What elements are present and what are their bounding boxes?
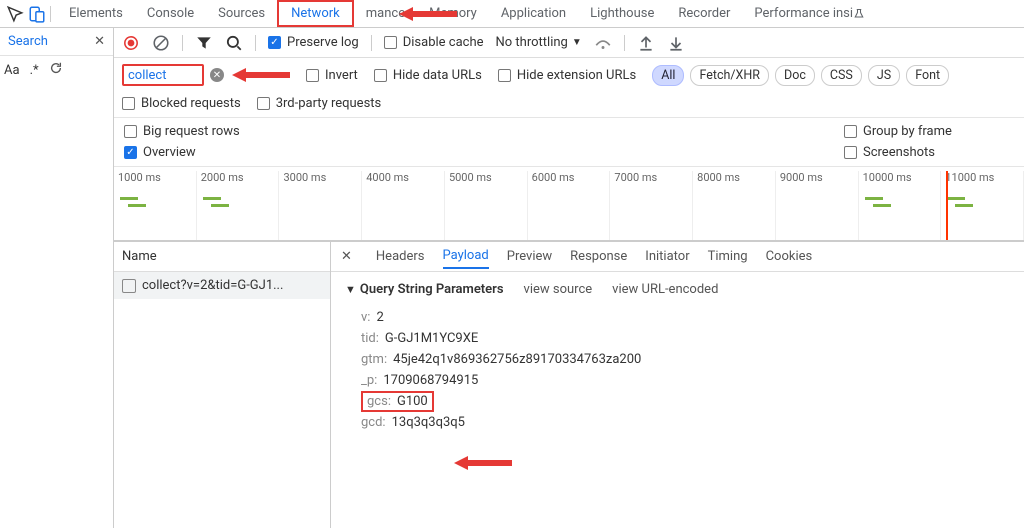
overview-timeline[interactable]: 1000 ms2000 ms3000 ms4000 ms5000 ms6000 … (114, 167, 1024, 241)
inspect-icon[interactable] (6, 5, 24, 23)
preserve-log-checkbox[interactable]: ✓Preserve log (268, 35, 359, 50)
filter-bar: ✕ Invert Hide data URLs Hide extension U… (114, 58, 1024, 118)
filter-input[interactable] (128, 68, 198, 83)
device-icon[interactable] (28, 5, 46, 23)
tab-elements[interactable]: Elements (57, 0, 135, 27)
timeline-tick: 7000 ms (610, 171, 693, 240)
tab-network[interactable]: Network (277, 0, 354, 27)
third-party-checkbox[interactable]: 3rd-party requests (257, 96, 382, 111)
name-column-header[interactable]: Name (114, 242, 330, 272)
timeline-tick: 9000 ms (776, 171, 859, 240)
tab-recorder[interactable]: Recorder (666, 0, 742, 27)
regex-icon[interactable]: .* (30, 63, 39, 78)
close-detail-icon[interactable]: ✕ (341, 249, 352, 264)
filter-icon[interactable] (195, 34, 213, 52)
search-icon[interactable] (225, 34, 243, 52)
overview-checkbox[interactable]: ✓Overview (124, 145, 844, 160)
detail-tab-timing[interactable]: Timing (708, 249, 748, 264)
screenshots-checkbox[interactable]: Screenshots (844, 145, 1014, 160)
detail-tab-payload[interactable]: Payload (443, 248, 489, 269)
timeline-tick: 2000 ms (197, 171, 280, 240)
clear-icon[interactable] (152, 34, 170, 52)
annotation-arrow (399, 6, 457, 22)
blocked-requests-checkbox[interactable]: Blocked requests (122, 96, 241, 111)
timeline-tick: 11000 ms (941, 171, 1024, 240)
refresh-icon[interactable] (49, 61, 63, 79)
detail-tab-cookies[interactable]: Cookies (766, 249, 813, 264)
devtools-topbar: ElementsConsoleSourcesNetworkmanceMemory… (0, 0, 1024, 28)
big-rows-checkbox[interactable]: Big request rows (124, 124, 844, 139)
network-conditions-icon[interactable] (594, 34, 612, 52)
annotation-arrow (232, 67, 290, 83)
search-sidebar: Search ✕ Aa .* (0, 28, 114, 528)
section-title[interactable]: ▼Query String Parameters (345, 282, 504, 297)
detail-tab-initiator[interactable]: Initiator (645, 249, 689, 264)
query-param: gcs:G100 (361, 391, 434, 412)
query-param: tid:G-GJ1M1YC9XE (361, 328, 994, 349)
type-pill-fetch-xhr[interactable]: Fetch/XHR (690, 65, 769, 86)
disable-cache-checkbox[interactable]: Disable cache (384, 35, 484, 50)
network-toolbar: ✓Preserve log Disable cache No throttlin… (114, 28, 1024, 58)
timeline-tick: 1000 ms (114, 171, 197, 240)
group-by-frame-checkbox[interactable]: Group by frame (844, 124, 1014, 139)
tab-performance-insi[interactable]: Performance insi (742, 0, 877, 27)
tab-application[interactable]: Application (489, 0, 578, 27)
type-pill-js[interactable]: JS (868, 65, 900, 86)
type-pill-all[interactable]: All (652, 65, 684, 86)
type-pill-font[interactable]: Font (906, 65, 949, 86)
timeline-tick: 3000 ms (279, 171, 362, 240)
detail-tab-headers[interactable]: Headers (376, 249, 425, 264)
search-title: Search (8, 34, 48, 49)
view-url-encoded-link[interactable]: view URL-encoded (612, 282, 718, 297)
throttling-select[interactable]: No throttling▼ (496, 35, 582, 50)
view-source-link[interactable]: view source (524, 282, 593, 297)
hide-extension-urls-checkbox[interactable]: Hide extension URLs (498, 68, 636, 83)
timeline-tick: 8000 ms (693, 171, 776, 240)
record-icon[interactable] (122, 34, 140, 52)
file-icon (122, 279, 136, 293)
query-param: _p:1709068794915 (361, 370, 994, 391)
request-row[interactable]: collect?v=2&tid=G-GJ1... (114, 272, 330, 299)
annotation-arrow (454, 455, 512, 471)
timeline-tick: 6000 ms (528, 171, 611, 240)
detail-tab-preview[interactable]: Preview (507, 249, 552, 264)
request-name: collect?v=2&tid=G-GJ1... (142, 278, 283, 293)
query-param: v:2 (361, 307, 994, 328)
detail-tab-response[interactable]: Response (570, 249, 627, 264)
match-case-icon[interactable]: Aa (4, 63, 20, 78)
query-param: gcd:13q3q3q3q5 (361, 412, 994, 433)
timeline-tick: 10000 ms (859, 171, 942, 240)
detail-tabs: ✕ Headers Payload Preview Response Initiator… (331, 242, 1024, 272)
view-options-row: Big request rows ✓Overview Group by fram… (114, 118, 1024, 167)
timeline-tick: 4000 ms (362, 171, 445, 240)
filter-input-wrap (122, 64, 204, 86)
type-pill-doc[interactable]: Doc (775, 65, 815, 86)
clear-filter-icon[interactable]: ✕ (210, 68, 224, 82)
type-pill-css[interactable]: CSS (821, 65, 862, 86)
query-param: gtm:45je42q1v869362756z89170334763za200 (361, 349, 994, 370)
close-icon[interactable]: ✕ (94, 34, 105, 49)
download-icon[interactable] (667, 34, 685, 52)
upload-icon[interactable] (637, 34, 655, 52)
tab-console[interactable]: Console (135, 0, 206, 27)
hide-data-urls-checkbox[interactable]: Hide data URLs (374, 68, 482, 83)
invert-checkbox[interactable]: Invert (306, 68, 358, 83)
tab-sources[interactable]: Sources (206, 0, 277, 27)
timeline-tick: 5000 ms (445, 171, 528, 240)
tab-lighthouse[interactable]: Lighthouse (578, 0, 666, 27)
